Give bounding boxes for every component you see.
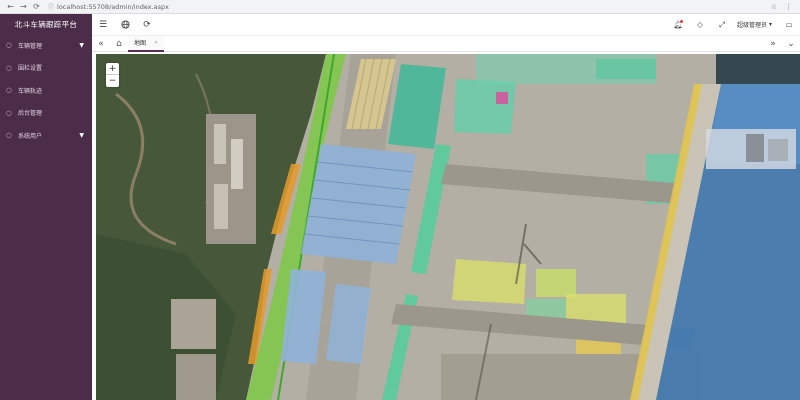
- circle-icon: ○: [6, 86, 12, 95]
- circle-icon: ○: [6, 131, 12, 140]
- forward-icon[interactable]: →: [18, 1, 29, 12]
- circle-icon: ○: [6, 41, 12, 50]
- brand-title: 北斗车辆跟踪平台: [14, 19, 78, 29]
- satellite-map[interactable]: [96, 54, 800, 400]
- browser-menu-icon[interactable]: ⋮: [785, 3, 792, 11]
- sidebar-item-label: 后台管理: [18, 110, 43, 118]
- sidebar-item-system-users[interactable]: ○ 系统用户 ▼: [0, 124, 92, 147]
- browser-toolbar: ← → ⟳ ⓘ localhost:55708/admin/index.aspx…: [0, 0, 800, 14]
- bell-icon[interactable]: 🔔︎: [667, 14, 689, 36]
- caret-down-icon: ▼: [79, 131, 84, 139]
- circle-icon: ○: [6, 108, 12, 117]
- chevron-down-icon[interactable]: ⌄: [782, 36, 800, 52]
- tab-bar: « ⌂ 地图 ✕ » ⌄: [92, 35, 800, 52]
- sidebar-item-label: 围栏设置: [18, 65, 43, 73]
- message-icon[interactable]: ▭: [778, 14, 800, 36]
- tab-label: 地图: [134, 40, 147, 47]
- home-icon[interactable]: ⌂: [110, 36, 128, 52]
- url-text: localhost:55708/admin/index.aspx: [57, 2, 169, 11]
- fullscreen-icon[interactable]: ⤢: [711, 14, 733, 36]
- zoom-control: + −: [106, 63, 119, 87]
- sidebar-item-label: 车辆轨迹: [18, 87, 43, 95]
- scroll-left-icon[interactable]: «: [92, 36, 110, 52]
- tag-icon[interactable]: ◇: [689, 14, 711, 36]
- sidebar-item-vehicle-track[interactable]: ○ 车辆轨迹: [0, 79, 92, 102]
- user-menu[interactable]: 超级管理员 ▾: [733, 20, 778, 29]
- info-icon: ⓘ: [48, 4, 55, 11]
- user-name: 超级管理员: [736, 22, 767, 29]
- tab-map[interactable]: 地图 ✕: [128, 35, 165, 52]
- close-icon[interactable]: ✕: [154, 40, 158, 46]
- sidebar-item-label: 系统用户: [18, 132, 43, 140]
- caret-down-icon: ▼: [79, 41, 84, 49]
- circle-icon: ○: [6, 63, 12, 72]
- top-header: ☰ ⟳ 🔔︎ ◇ ⤢ 超级管理员 ▾ ▭: [92, 14, 800, 36]
- sidebar-item-label: 车辆管理: [18, 42, 43, 50]
- sidebar-item-vehicle-management[interactable]: ○ 车辆管理 ▼: [0, 34, 92, 57]
- refresh-icon[interactable]: ⟳: [136, 14, 158, 36]
- globe-icon[interactable]: [114, 14, 136, 36]
- star-icon[interactable]: ☆: [771, 3, 777, 11]
- caret-down-icon: ▾: [768, 21, 772, 28]
- address-bar[interactable]: ⓘ localhost:55708/admin/index.aspx: [48, 2, 169, 12]
- reload-icon[interactable]: ⟳: [31, 1, 42, 12]
- globe-glyph: [120, 20, 130, 29]
- notification-dot: [679, 19, 683, 23]
- zoom-in-button[interactable]: +: [106, 63, 119, 75]
- sidebar-item-fence-settings[interactable]: ○ 围栏设置: [0, 57, 92, 80]
- sidebar-item-backend-management[interactable]: ○ 后台管理: [0, 102, 92, 125]
- sidebar: 北斗车辆跟踪平台 ○ 车辆管理 ▼ ○ 围栏设置 ○ 车辆轨迹 ○ 后台管理 ○…: [0, 14, 92, 400]
- scroll-right-icon[interactable]: »: [764, 36, 782, 52]
- menu-icon[interactable]: ☰: [92, 14, 114, 36]
- zoom-out-button[interactable]: −: [106, 75, 119, 87]
- back-icon[interactable]: ←: [5, 1, 16, 12]
